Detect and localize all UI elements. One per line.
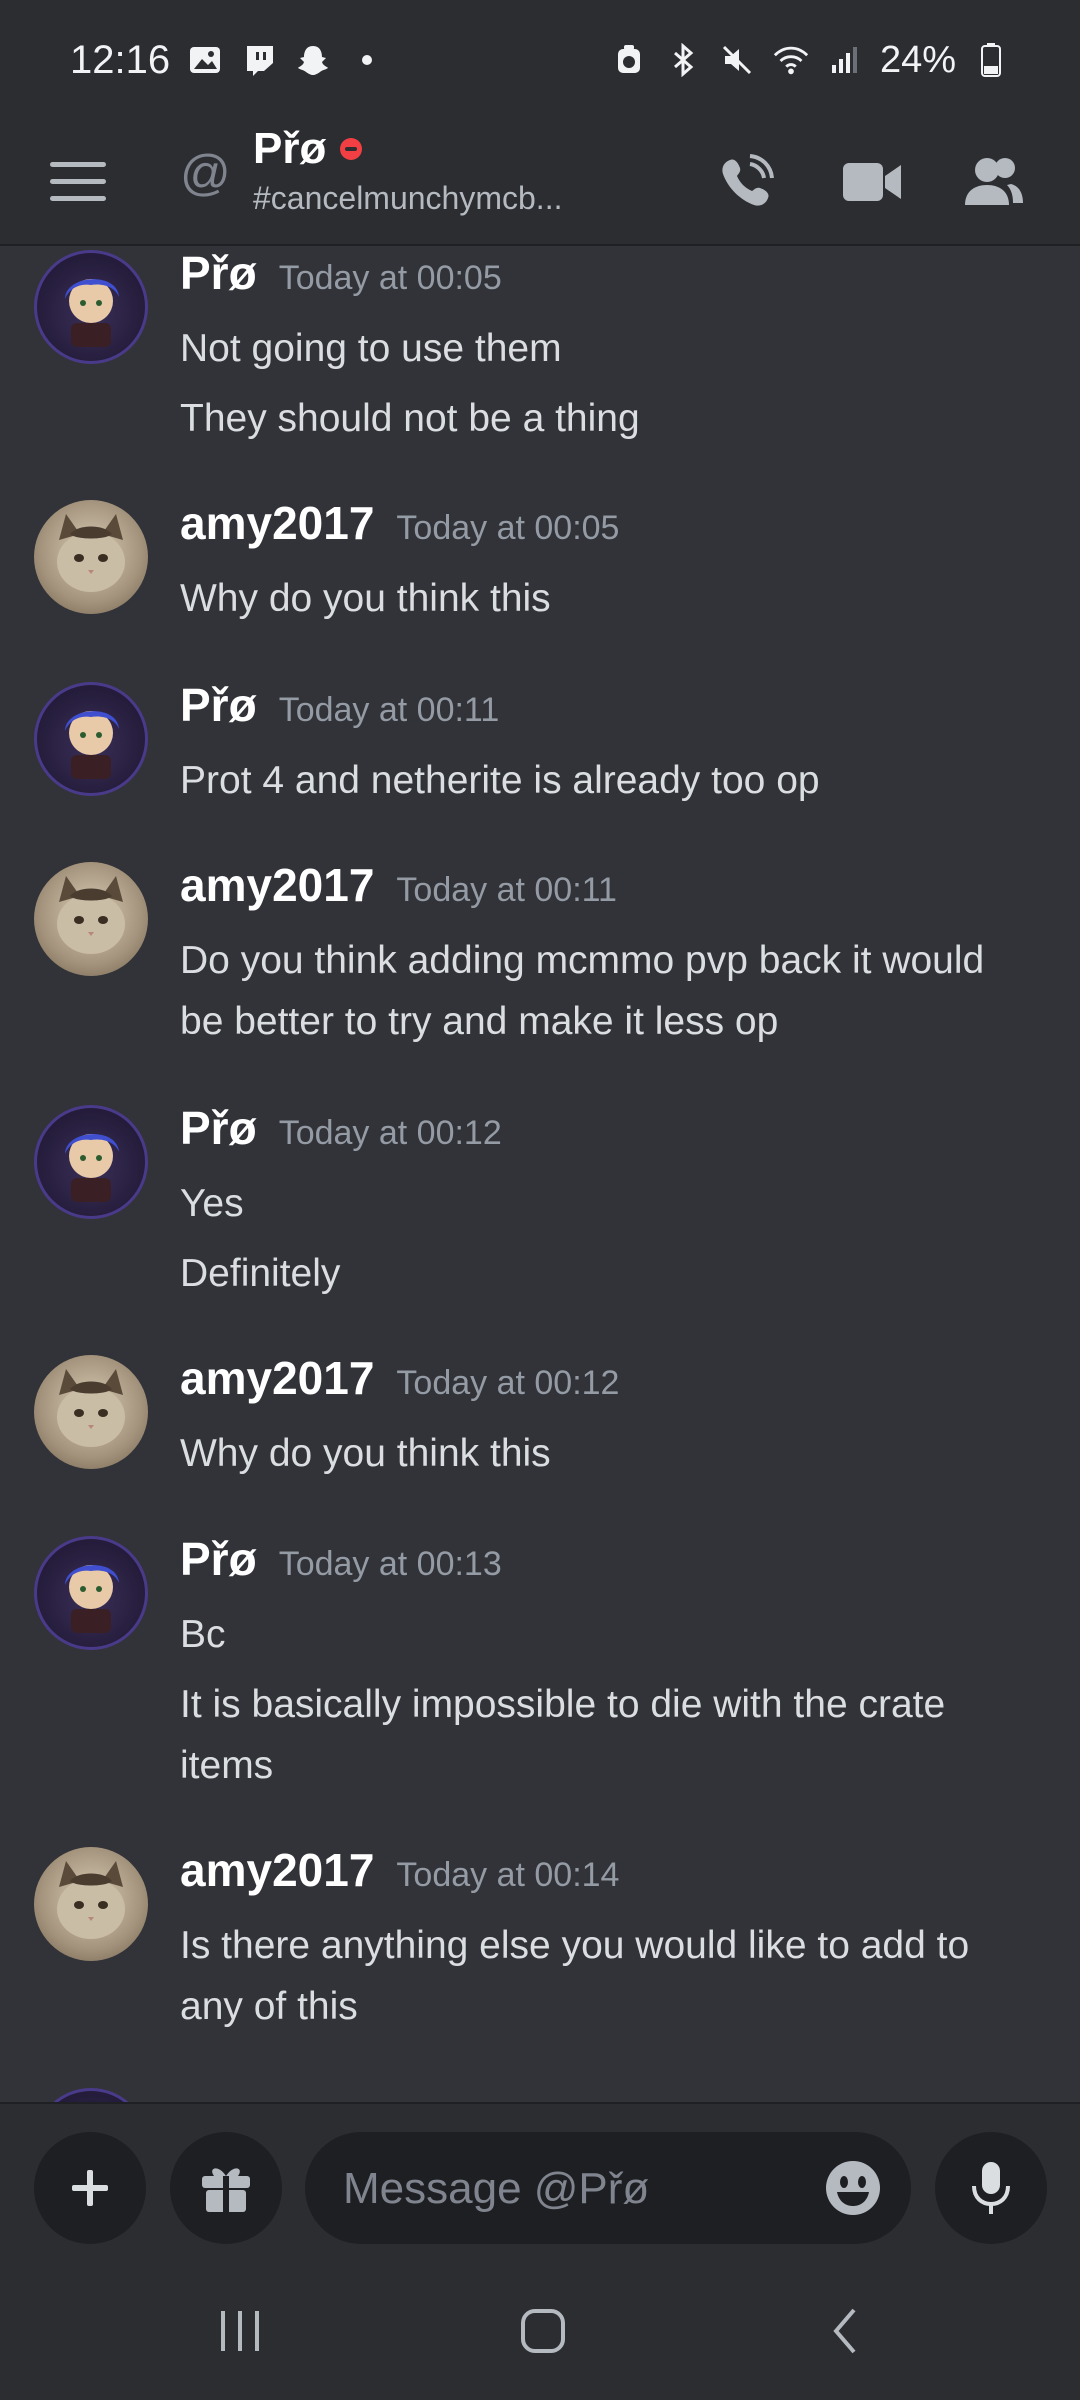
message-text[interactable]: They should not be a thing	[180, 388, 1040, 449]
wifi-icon	[772, 41, 810, 79]
back-button[interactable]	[806, 2296, 886, 2366]
avatar[interactable]	[34, 1355, 148, 1469]
timestamp: Today at 00:11	[396, 871, 617, 909]
status-right: 24%	[610, 39, 1010, 82]
alarm-icon	[610, 41, 648, 79]
members-button[interactable]	[954, 142, 1034, 222]
dnd-status-icon	[340, 138, 363, 160]
twitch-icon	[240, 41, 278, 79]
plus-icon	[72, 2170, 108, 2206]
message-header: amy2017 Today at 00:05	[180, 496, 619, 550]
attach-button[interactable]	[34, 2132, 146, 2244]
dm-name: Přø	[253, 124, 327, 173]
battery-icon	[972, 41, 1010, 79]
timestamp: Today at 00:12	[396, 1364, 620, 1402]
message-text[interactable]: Do you think adding mcmmo pvp back it wo…	[180, 930, 1040, 991]
timestamp: Today at 00:14	[396, 1856, 620, 1894]
message-input[interactable]	[341, 2132, 785, 2246]
video-call-button[interactable]	[832, 142, 912, 222]
members-icon	[965, 158, 1023, 205]
dm-title[interactable]: Přø	[253, 124, 363, 174]
author-name[interactable]: amy2017	[180, 1351, 374, 1405]
recents-button[interactable]	[200, 2296, 280, 2366]
custom-status: #cancelmunchymcb...	[253, 180, 563, 216]
message-text[interactable]: Definitely	[180, 1243, 1040, 1304]
message-text[interactable]: Why do you think this	[180, 568, 1040, 629]
gallery-icon	[186, 41, 224, 79]
avatar[interactable]	[34, 862, 148, 976]
message-text[interactable]: Not going to use them	[180, 318, 1040, 379]
status-left: 12:16	[70, 38, 386, 83]
author-name[interactable]: amy2017	[180, 858, 374, 912]
timestamp: Today at 00:05	[396, 509, 620, 547]
message-header: Přø Today at 00:05	[180, 246, 502, 300]
message-text[interactable]: be better to try and make it less op	[180, 991, 1040, 1052]
author-name[interactable]: amy2017	[180, 496, 374, 550]
status-time: 12:16	[70, 37, 171, 82]
voice-message-button[interactable]	[935, 2132, 1047, 2244]
status-bar: 12:16 24%	[0, 0, 1080, 120]
message-text[interactable]: It is basically impossible to die with t…	[180, 1674, 1040, 1735]
call-button[interactable]	[706, 142, 786, 222]
author-name[interactable]: Přø	[180, 246, 257, 300]
message-text[interactable]: Why do you think this	[180, 1423, 1040, 1484]
battery-percent: 24%	[879, 38, 956, 81]
bluetooth-icon	[664, 41, 702, 79]
message-header: amy2017 Today at 00:12	[180, 1351, 619, 1405]
signal-icon	[826, 41, 864, 79]
dot-icon	[348, 41, 386, 79]
message-text[interactable]: any of this	[180, 1976, 1040, 2037]
menu-icon[interactable]	[50, 162, 106, 202]
message-text[interactable]: Prot 4 and netherite is already too op	[180, 750, 1040, 811]
timestamp: Today at 00:05	[278, 259, 502, 297]
home-button[interactable]	[503, 2296, 583, 2366]
video-icon	[843, 163, 901, 201]
mute-icon	[718, 41, 756, 79]
gift-icon	[202, 2168, 250, 2212]
author-name[interactable]: amy2017	[180, 1843, 374, 1897]
message-input-wrapper	[305, 2132, 911, 2246]
emoji-icon	[826, 2161, 880, 2215]
timestamp: Today at 00:12	[278, 1114, 502, 1152]
timestamp: Today at 00:13	[278, 1545, 502, 1583]
gift-button[interactable]	[170, 2132, 282, 2244]
dm-header: @ Přø #cancelmunchymcb...	[0, 120, 1080, 246]
system-nav-bar	[0, 2262, 1080, 2400]
at-icon: @	[180, 145, 231, 201]
message-header: Přø Today at 00:11	[180, 678, 499, 732]
snapchat-icon	[294, 41, 332, 79]
message-text[interactable]: items	[180, 1735, 1040, 1796]
back-icon	[833, 2308, 856, 2354]
timestamp: Today at 00:11	[278, 691, 500, 729]
message-text[interactable]: Bc	[180, 1604, 1040, 1665]
message-text[interactable]: Yes	[180, 1173, 1040, 1234]
message-header: amy2017 Today at 00:11	[180, 858, 617, 912]
message-text[interactable]: Is there anything else you would like to…	[180, 1915, 1040, 1976]
avatar[interactable]	[34, 1847, 148, 1961]
avatar[interactable]	[34, 500, 148, 614]
message-header: Přø Today at 00:12	[180, 1101, 502, 1155]
author-name[interactable]: Přø	[180, 1532, 257, 1586]
avatar[interactable]	[34, 682, 148, 796]
message-list[interactable]: Přø Today at 00:05 Not going to use them…	[0, 246, 1080, 2102]
avatar[interactable]	[34, 2088, 148, 2102]
avatar[interactable]	[34, 250, 148, 364]
recents-icon	[221, 2311, 259, 2351]
avatar[interactable]	[34, 1105, 148, 1219]
message-header: amy2017 Today at 00:14	[180, 1843, 619, 1897]
message-header: Přø Today at 00:13	[180, 1532, 502, 1586]
home-icon	[521, 2309, 565, 2353]
emoji-button[interactable]	[823, 2158, 883, 2218]
author-name[interactable]: Přø	[180, 678, 257, 732]
call-icon	[722, 154, 774, 206]
message-composer	[0, 2102, 1080, 2262]
mic-icon	[972, 2162, 1010, 2214]
avatar[interactable]	[34, 1536, 148, 1650]
author-name[interactable]: Přø	[180, 1101, 257, 1155]
